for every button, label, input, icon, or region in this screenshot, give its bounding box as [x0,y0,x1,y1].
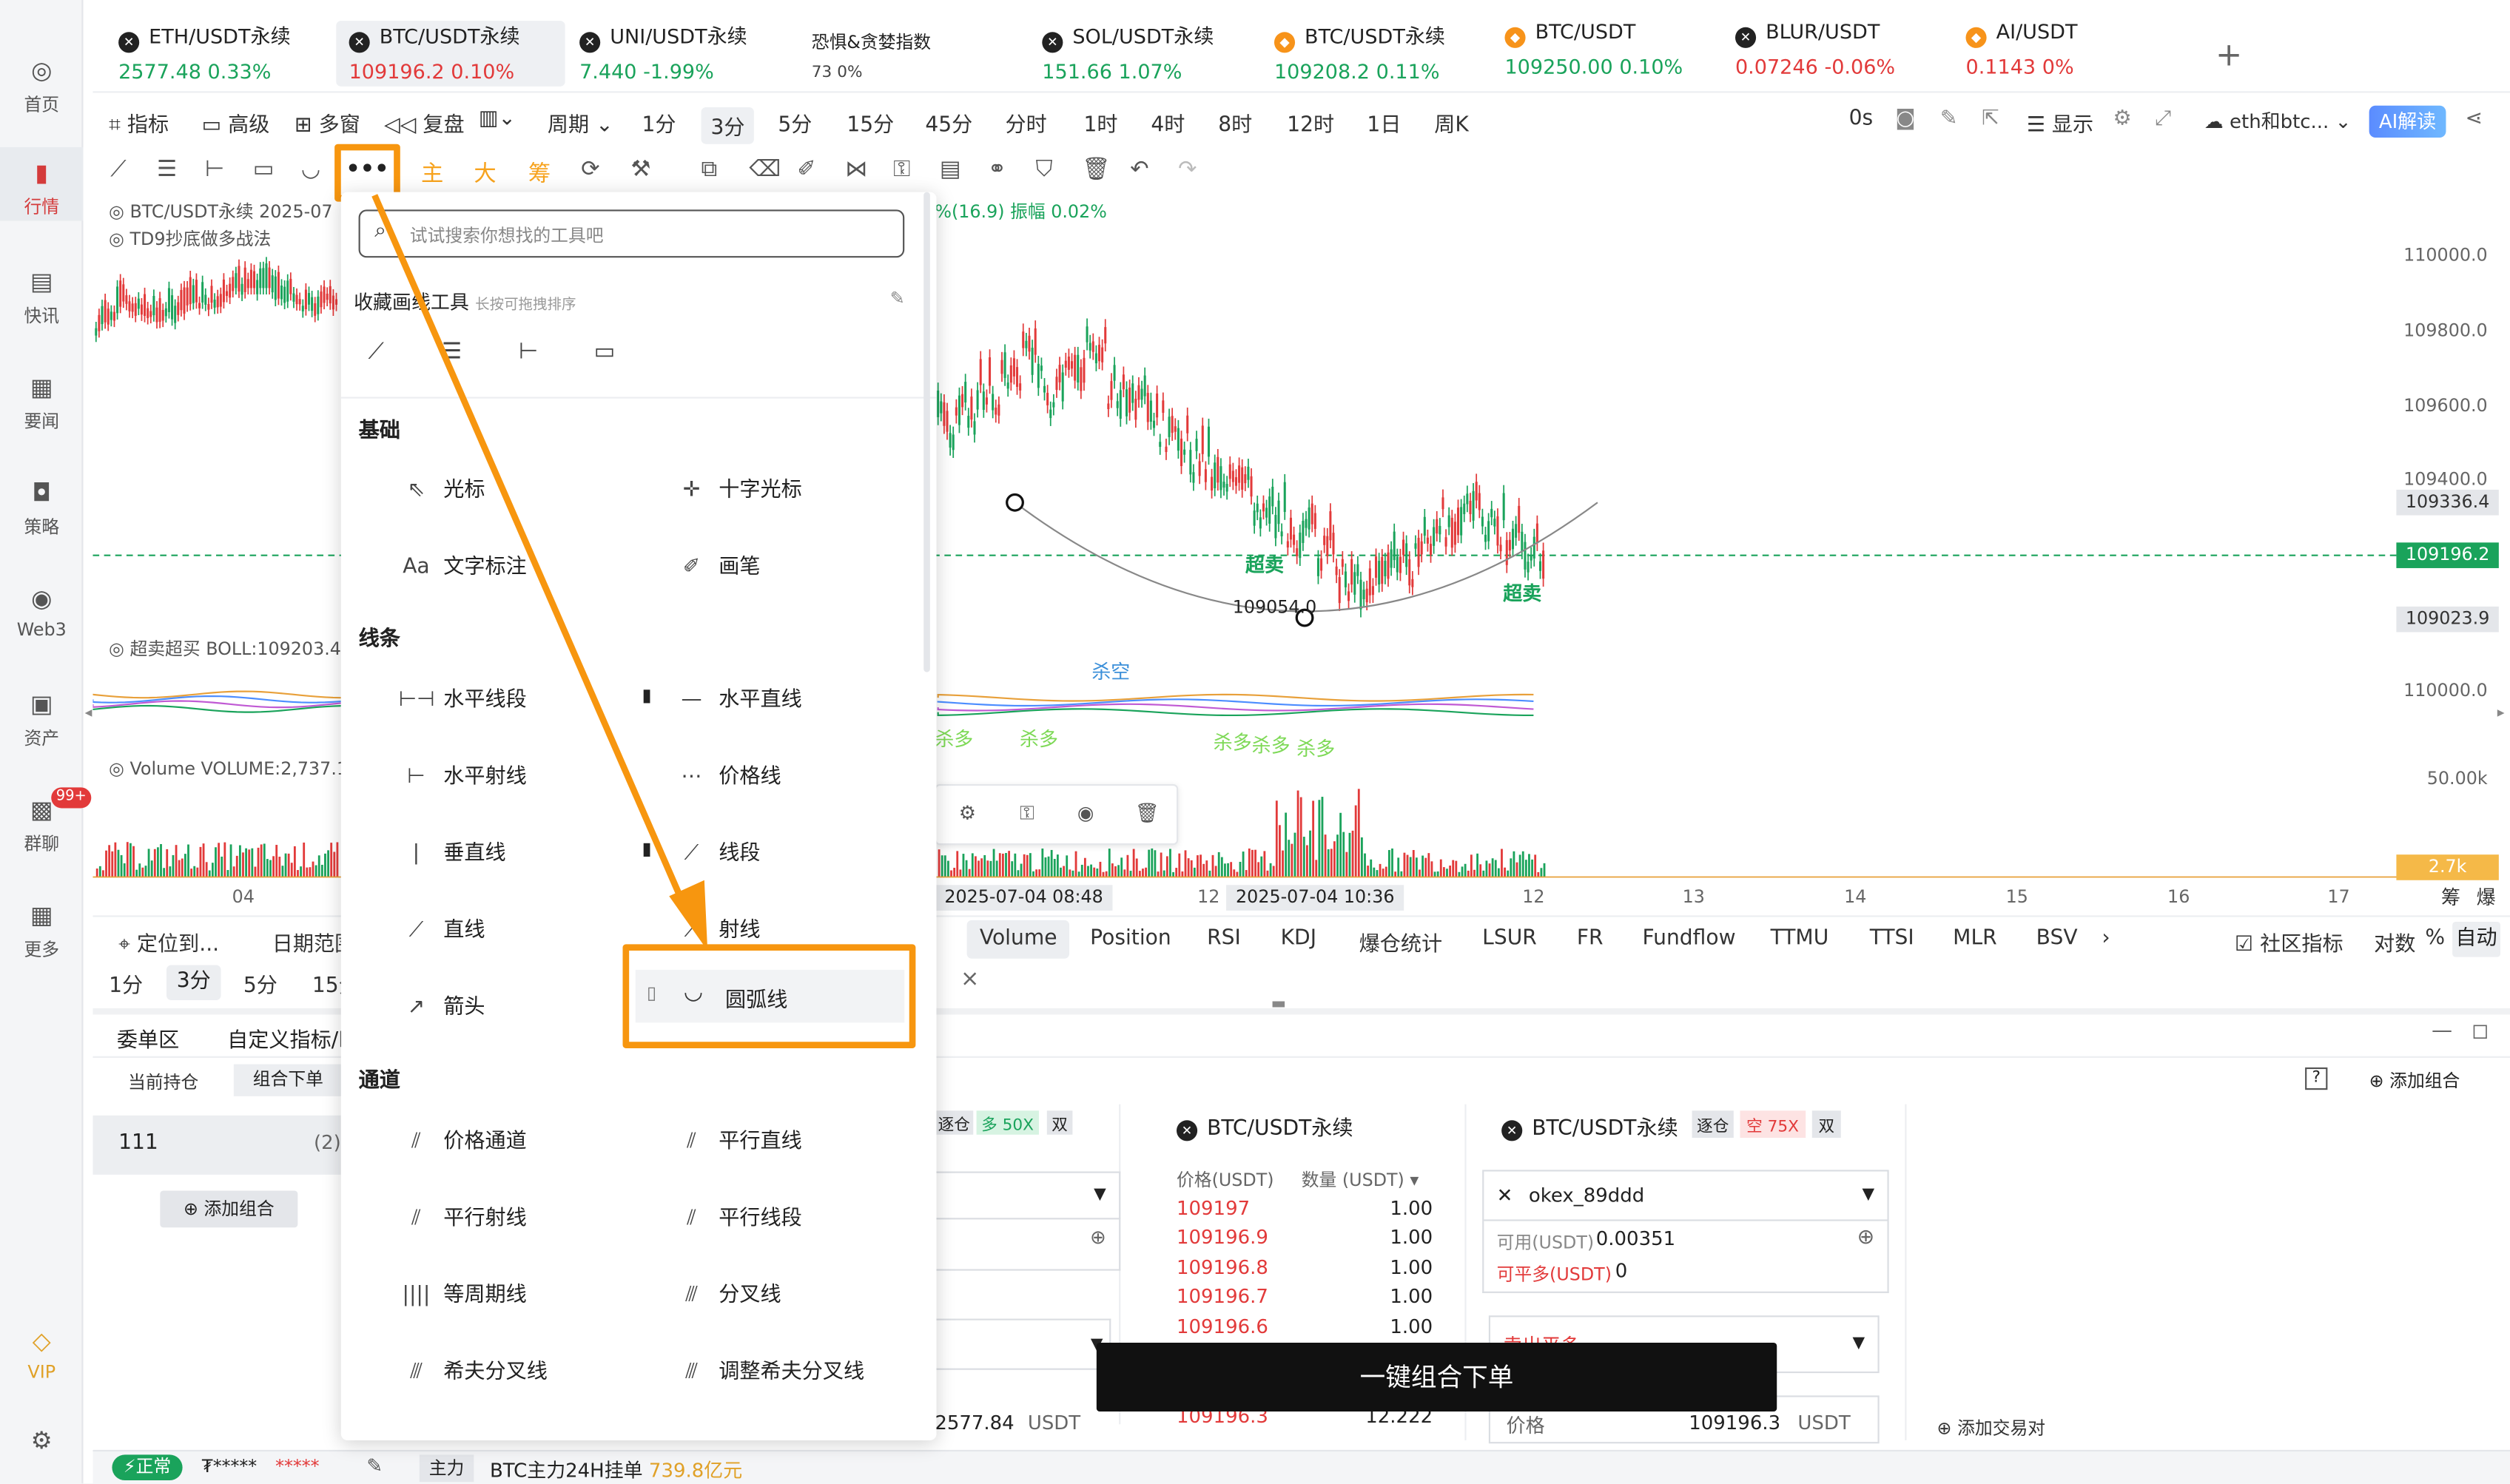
guide-arrow-overlay [371,194,708,951]
app-root: ◎ 首页 ▮ 行情 ▤ 快讯 ▦ 要闻 ◘ 策略 ◉ Web3 ▣ 资产 ▩ 群聊 99+ ▦ 更… [0,0,2510,1484]
guide-arrow-line [371,194,692,917]
